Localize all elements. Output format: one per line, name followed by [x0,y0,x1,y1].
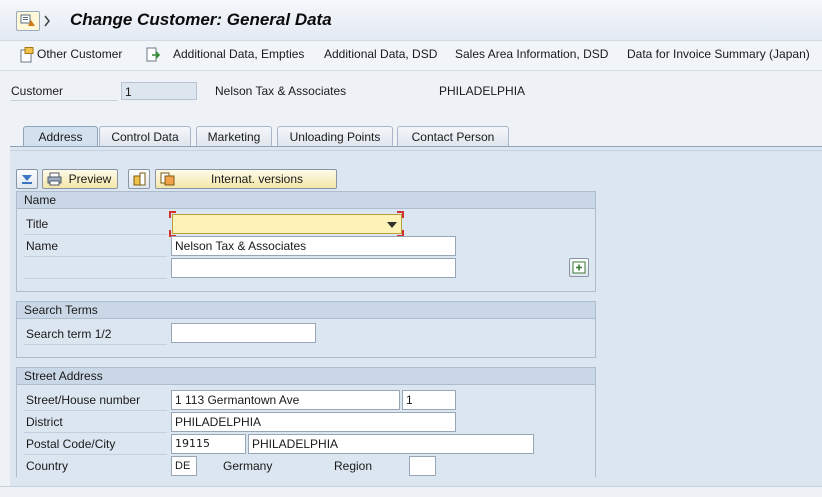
expand-fields-icon [572,261,586,274]
search-terms-group: Search Terms Search term 1/2 [16,301,596,358]
tab-control-data[interactable]: Control Data [99,126,191,146]
address-copy-button[interactable] [128,169,150,189]
tab-unloading-points[interactable]: Unloading Points [277,126,393,146]
name-group: Name Title Name Nelson Tax & Associates [16,191,596,292]
name-label: Name [26,239,59,253]
region-field[interactable] [409,456,436,476]
additional-data-empties-button[interactable]: Additional Data, Empties [173,47,304,61]
name-field[interactable]: Nelson Tax & Associates [171,236,456,256]
district-field[interactable]: PHILADELPHIA [171,412,456,432]
additional-data-icon [146,47,160,62]
street-label: Street/House number [26,393,141,407]
street-address-group: Street Address Street/House number 1 113… [16,367,596,477]
city-field[interactable]: PHILADELPHIA [248,434,534,454]
required-marker-icon [397,211,404,218]
name-group-header: Name [17,192,595,209]
country-field[interactable]: DE [171,456,197,476]
title-bar: Change Customer: General Data [0,0,822,41]
postal-code-label: Postal Code/City [26,437,116,451]
row-separator [24,344,167,345]
invoice-summary-button[interactable]: Data for Invoice Summary (Japan) [627,47,810,61]
search-term-field[interactable] [171,323,316,343]
name-2-field[interactable] [171,258,456,278]
customer-city: PHILADELPHIA [439,84,526,98]
internat-versions-button[interactable]: Internat. versions [155,169,337,189]
row-separator [24,432,167,433]
more-names-button[interactable] [569,258,589,277]
international-versions-icon [160,172,175,186]
street-address-header: Street Address [17,368,595,385]
tab-address[interactable]: Address [23,126,98,147]
page-title: Change Customer: General Data [70,10,332,29]
country-name: Germany [223,459,273,473]
additional-data-dsd-button[interactable]: Additional Data, DSD [324,47,437,61]
expand-button[interactable] [16,169,38,189]
status-bar [0,486,822,497]
required-marker-icon [169,211,176,218]
search-term-label: Search term 1/2 [26,327,112,341]
tab-marketing[interactable]: Marketing [196,126,272,146]
row-separator [24,256,167,257]
panel-divider [10,150,822,151]
label-underline [11,100,117,101]
customer-header: Customer 1 Nelson Tax & Associates PHILA… [0,78,822,106]
menu-icon[interactable] [16,11,40,31]
house-number-field[interactable]: 1 [402,390,456,410]
country-label: Country [26,459,69,473]
customer-name: Nelson Tax & Associates [215,84,347,98]
tab-contact-person[interactable]: Contact Person [397,126,509,146]
other-customer-button[interactable]: Other Customer [37,47,122,61]
search-terms-header: Search Terms [17,302,595,319]
application-toolbar: Other Customer Additional Data, Empties … [0,41,822,71]
title-dropdown[interactable] [172,214,402,234]
postal-code-field[interactable]: 19115 [171,434,246,454]
dropdown-arrow-icon[interactable] [44,10,50,32]
other-customer-icon [20,47,34,63]
preview-label: Preview [68,172,112,186]
row-separator [24,454,167,455]
street-field[interactable]: 1 113 Germantown Ave [171,390,400,410]
internat-versions-label: Internat. versions [210,172,304,186]
preview-button[interactable]: Preview [42,169,118,189]
row-separator [24,234,167,235]
tab-strip: Address Control Data Marketing Unloading… [0,126,822,147]
sales-area-info-button[interactable]: Sales Area Information, DSD [455,47,608,61]
building-icon [133,172,146,186]
chevron-down-icon[interactable] [387,222,397,228]
region-label: Region [334,459,373,473]
title-label: Title [26,217,49,231]
expand-down-icon [22,175,32,184]
customer-number-field[interactable]: 1 [121,82,197,100]
printer-icon [47,172,62,186]
district-label: District [26,415,63,429]
customer-label: Customer [11,84,64,98]
row-separator [24,410,167,411]
row-separator [24,278,167,279]
